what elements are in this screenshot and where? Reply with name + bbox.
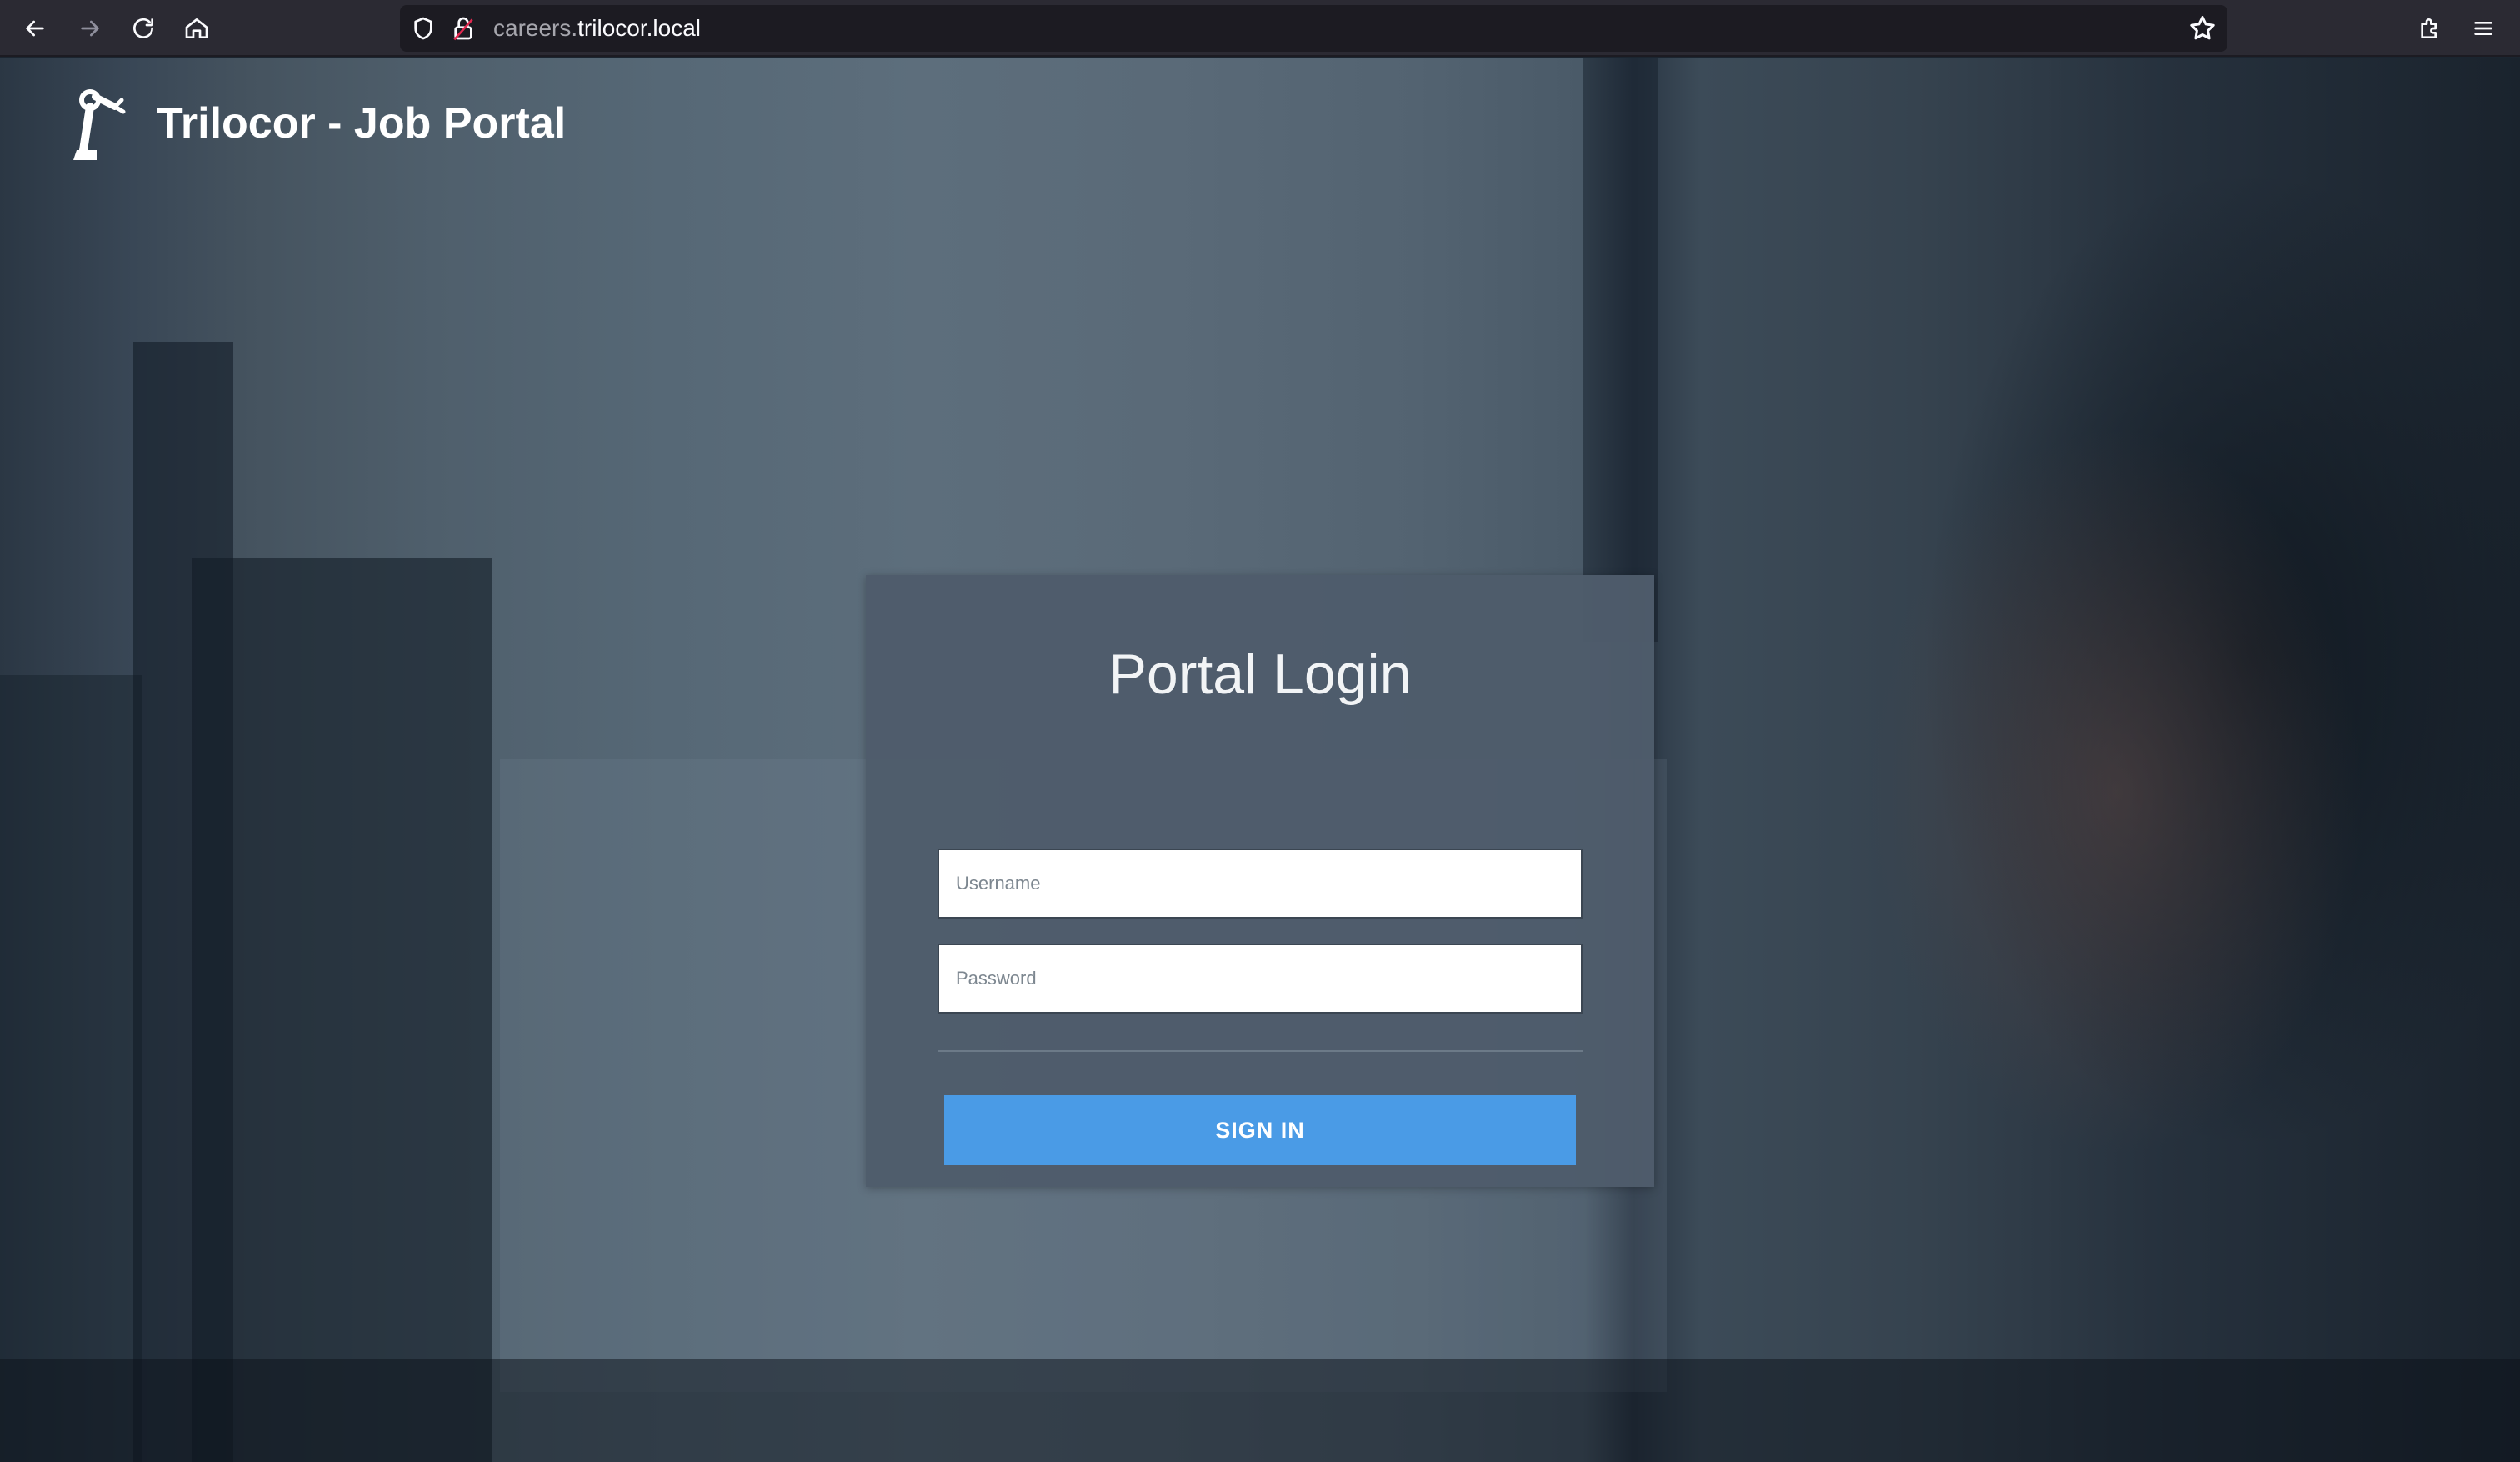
arrow-left-icon — [26, 20, 44, 37]
home-button[interactable] — [177, 8, 217, 48]
arrow-right-icon — [81, 20, 99, 37]
hamburger-menu-icon — [2474, 22, 2492, 35]
username-input[interactable] — [938, 849, 1582, 919]
reload-button[interactable] — [123, 8, 163, 48]
login-title: Portal Login — [1108, 643, 1412, 706]
page-content: Trilocor - Job Portal Portal Login SIGN … — [0, 58, 2520, 1462]
star-icon[interactable] — [2188, 13, 2218, 43]
background-shape — [0, 675, 142, 1462]
sign-in-button[interactable]: SIGN IN — [944, 1095, 1576, 1165]
background-shape — [0, 1359, 2520, 1462]
url-domain: trilocor.local — [578, 15, 701, 41]
forward-button[interactable] — [70, 8, 110, 48]
robotic-arm-icon — [73, 89, 126, 160]
background-shape — [1583, 58, 1658, 642]
divider — [938, 1050, 1582, 1052]
login-card: Portal Login SIGN IN — [866, 575, 1654, 1187]
background-shape — [192, 558, 492, 1462]
puzzle-icon — [2421, 18, 2437, 38]
shield-icon[interactable] — [410, 15, 437, 42]
home-icon — [185, 18, 208, 38]
address-bar[interactable]: careers.trilocor.local — [400, 5, 2228, 52]
reload-icon — [133, 18, 153, 38]
browser-toolbar: careers.trilocor.local — [0, 0, 2520, 57]
site-header: Trilocor - Job Portal — [60, 82, 566, 165]
password-input[interactable] — [938, 944, 1582, 1014]
url-text[interactable]: careers.trilocor.local — [493, 5, 701, 52]
extensions-button[interactable] — [2410, 8, 2450, 48]
back-button[interactable] — [15, 8, 55, 48]
lock-icon[interactable] — [450, 15, 477, 42]
url-subdomain: careers. — [493, 15, 578, 41]
site-title[interactable]: Trilocor - Job Portal — [157, 98, 566, 148]
app-menu-button[interactable] — [2463, 8, 2503, 48]
